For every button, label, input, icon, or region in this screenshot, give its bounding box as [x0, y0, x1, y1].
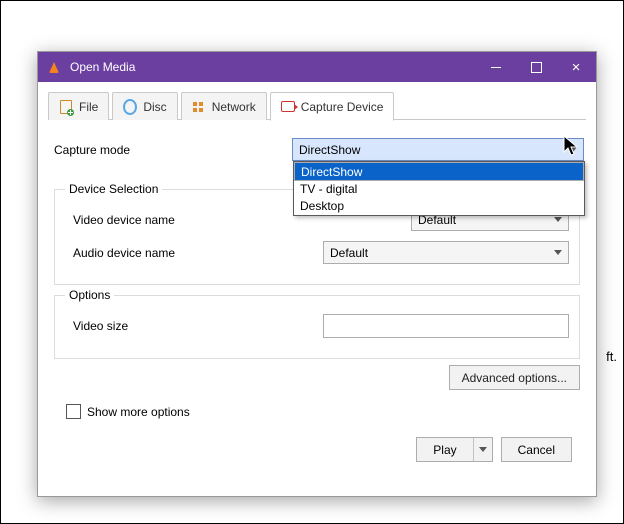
- capture-mode-dropdown: DirectShow TV - digital Desktop: [293, 161, 585, 216]
- chevron-down-icon: [554, 250, 562, 255]
- tab-label: Network: [212, 100, 256, 114]
- capture-mode-label: Capture mode: [54, 143, 292, 157]
- maximize-button[interactable]: [516, 52, 556, 82]
- close-button[interactable]: ×: [556, 52, 596, 82]
- capture-mode-combo[interactable]: DirectShow DirectShow TV - digital Deskt…: [292, 138, 584, 161]
- maximize-icon: [531, 62, 542, 73]
- play-label: Play: [417, 443, 472, 457]
- advanced-options-label: Advanced options...: [462, 371, 567, 385]
- play-button[interactable]: Play: [416, 437, 492, 462]
- play-split-button[interactable]: [473, 438, 492, 461]
- tab-label: Capture Device: [301, 100, 384, 114]
- capture-mode-option[interactable]: Desktop: [294, 198, 584, 215]
- stray-text: ft.: [606, 349, 617, 364]
- device-selection-legend: Device Selection: [65, 182, 162, 196]
- options-legend: Options: [65, 288, 114, 302]
- tab-file[interactable]: File: [48, 92, 109, 120]
- tab-capture-device[interactable]: Capture Device: [270, 92, 395, 121]
- vlc-cone-icon: [44, 62, 64, 73]
- capture-mode-option[interactable]: DirectShow: [294, 162, 584, 181]
- advanced-options-button[interactable]: Advanced options...: [449, 365, 580, 390]
- chevron-down-icon: [569, 147, 577, 152]
- open-media-window: Open Media × File Disc Network: [37, 51, 597, 497]
- cancel-button[interactable]: Cancel: [501, 437, 572, 462]
- page-bg: ft. Open Media × File Disc: [1, 1, 623, 523]
- show-more-checkbox[interactable]: [66, 404, 81, 419]
- audio-device-select[interactable]: Default: [323, 241, 569, 264]
- tab-disc[interactable]: Disc: [112, 92, 177, 120]
- file-icon: [59, 100, 73, 114]
- window-title: Open Media: [70, 60, 476, 74]
- video-size-input[interactable]: [323, 314, 569, 338]
- close-icon: ×: [572, 60, 581, 75]
- tab-network[interactable]: Network: [181, 92, 267, 120]
- disc-icon: [123, 100, 137, 114]
- capture-mode-value: DirectShow: [299, 143, 360, 157]
- minimize-icon: [491, 67, 501, 68]
- video-device-label: Video device name: [73, 213, 323, 227]
- show-more-label: Show more options: [87, 405, 190, 419]
- audio-device-value: Default: [330, 246, 368, 260]
- minimize-button[interactable]: [476, 52, 516, 82]
- capture-icon: [281, 100, 295, 114]
- titlebar: Open Media ×: [38, 52, 596, 82]
- audio-device-label: Audio device name: [73, 246, 323, 260]
- tab-strip: File Disc Network Capture Device: [48, 92, 586, 120]
- video-size-label: Video size: [73, 319, 323, 333]
- tab-panel: Capture mode DirectShow DirectShow TV - …: [38, 120, 596, 462]
- chevron-down-icon: [554, 217, 562, 222]
- tab-label: File: [79, 100, 98, 114]
- capture-mode-option[interactable]: TV - digital: [294, 181, 584, 198]
- chevron-down-icon: [479, 447, 487, 452]
- cancel-label: Cancel: [502, 443, 571, 457]
- tab-label: Disc: [143, 100, 166, 114]
- network-icon: [192, 100, 206, 114]
- options-group: Options Video size: [54, 295, 580, 359]
